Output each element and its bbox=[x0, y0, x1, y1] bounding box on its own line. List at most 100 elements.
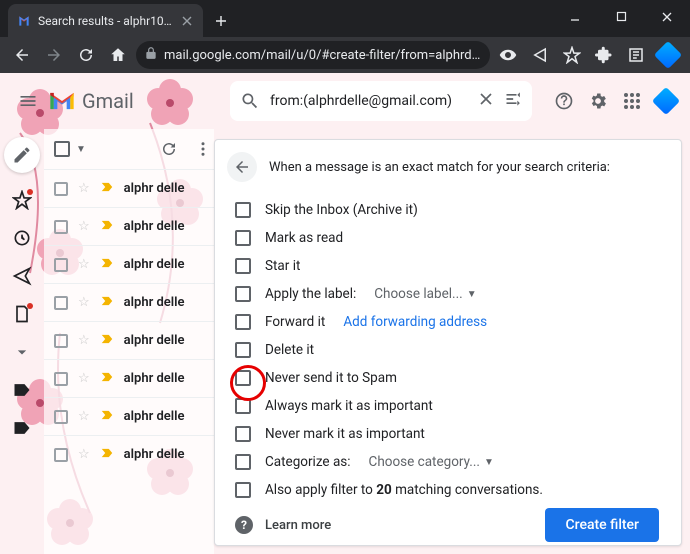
mail-row[interactable]: ☆ alphr delle bbox=[44, 321, 214, 359]
mail-row[interactable]: ☆ alphr delle bbox=[44, 397, 214, 435]
rail-starred-icon[interactable] bbox=[11, 189, 33, 211]
star-icon[interactable]: ☆ bbox=[78, 409, 90, 424]
search-clear-icon[interactable] bbox=[476, 89, 496, 113]
filter-panel-title: When a message is an exact match for you… bbox=[269, 160, 610, 175]
importance-icon[interactable] bbox=[100, 332, 114, 350]
rail-label1-icon[interactable] bbox=[11, 379, 33, 401]
add-forwarding-link[interactable]: Add forwarding address bbox=[343, 314, 487, 330]
browser-tab[interactable]: Search results - alphr101@gmail... bbox=[8, 4, 203, 37]
checkbox-never-spam[interactable] bbox=[235, 370, 251, 386]
choose-label-dropdown[interactable]: Choose label...▼ bbox=[374, 286, 476, 302]
learn-more-link[interactable]: ?Learn more bbox=[235, 516, 331, 534]
row-checkbox[interactable] bbox=[54, 296, 68, 310]
apps-icon[interactable] bbox=[616, 85, 648, 117]
extensions-icon[interactable] bbox=[590, 41, 618, 69]
checkbox-also-apply[interactable] bbox=[235, 482, 251, 498]
sender-name: alphr delle bbox=[124, 409, 185, 424]
rail-snoozed-icon[interactable] bbox=[11, 227, 33, 249]
gmail-logo[interactable]: Gmail bbox=[48, 89, 134, 113]
compose-button[interactable] bbox=[4, 137, 40, 173]
star-icon[interactable]: ☆ bbox=[78, 295, 90, 310]
nav-home-icon[interactable] bbox=[104, 41, 132, 69]
row-checkbox[interactable] bbox=[54, 410, 68, 424]
share-icon[interactable] bbox=[526, 41, 554, 69]
readmode-icon[interactable] bbox=[622, 41, 650, 69]
mail-row[interactable]: ☆alphr delle bbox=[44, 169, 214, 207]
tab-close-icon[interactable] bbox=[179, 13, 195, 29]
window-minimize-icon[interactable] bbox=[552, 2, 598, 32]
option-forward-it: Forward it bbox=[265, 314, 325, 330]
row-checkbox[interactable] bbox=[54, 182, 68, 196]
row-checkbox[interactable] bbox=[54, 220, 68, 234]
mail-row[interactable]: ☆ alphr delle bbox=[44, 435, 214, 473]
more-icon[interactable] bbox=[192, 140, 214, 158]
checkbox-delete-it[interactable] bbox=[235, 342, 251, 358]
select-all-checkbox[interactable] bbox=[54, 141, 70, 157]
option-never-important: Never mark it as important bbox=[265, 426, 425, 442]
window-maximize-icon[interactable] bbox=[598, 2, 644, 32]
refresh-icon[interactable] bbox=[158, 140, 180, 158]
option-star-it: Star it bbox=[265, 258, 300, 274]
importance-icon[interactable] bbox=[100, 294, 114, 312]
support-icon[interactable] bbox=[548, 85, 580, 117]
importance-icon[interactable] bbox=[100, 408, 114, 426]
importance-icon[interactable] bbox=[100, 446, 114, 464]
star-icon[interactable]: ☆ bbox=[78, 371, 90, 386]
address-bar[interactable]: mail.google.com/mail/u/0/#create-filter/… bbox=[136, 41, 490, 69]
gmail-logo-icon bbox=[48, 90, 76, 112]
rail-more-icon[interactable] bbox=[11, 341, 33, 363]
nav-back-icon[interactable] bbox=[8, 41, 36, 69]
mail-row[interactable]: ☆alphr delle bbox=[44, 207, 214, 245]
settings-icon[interactable] bbox=[582, 85, 614, 117]
checkbox-forward-it[interactable] bbox=[235, 314, 251, 330]
filter-back-button[interactable] bbox=[227, 152, 257, 182]
create-filter-button[interactable]: Create filter bbox=[545, 508, 659, 542]
main-menu-icon[interactable] bbox=[16, 89, 40, 113]
mail-row[interactable]: ☆alphr delle bbox=[44, 283, 214, 321]
sender-name: alphr delle bbox=[124, 333, 185, 348]
sender-name: alphr delle bbox=[124, 447, 185, 462]
checkbox-never-important[interactable] bbox=[235, 426, 251, 442]
row-checkbox[interactable] bbox=[54, 448, 68, 462]
importance-icon[interactable] bbox=[100, 370, 114, 388]
importance-icon[interactable] bbox=[100, 218, 114, 236]
nav-reload-icon[interactable] bbox=[72, 41, 100, 69]
lock-icon bbox=[144, 46, 158, 64]
checkbox-star-it[interactable] bbox=[235, 258, 251, 274]
checkbox-mark-read[interactable] bbox=[235, 230, 251, 246]
option-delete-it: Delete it bbox=[265, 342, 314, 358]
rail-sent-icon[interactable] bbox=[11, 265, 33, 287]
help-icon: ? bbox=[235, 516, 253, 534]
rail-label2-icon[interactable] bbox=[11, 417, 33, 439]
nav-forward-icon[interactable] bbox=[40, 41, 68, 69]
checkbox-categorize[interactable] bbox=[235, 454, 251, 470]
star-icon[interactable]: ☆ bbox=[78, 219, 90, 234]
importance-icon[interactable] bbox=[100, 180, 114, 198]
brand-icon[interactable] bbox=[650, 85, 682, 117]
search-box[interactable]: from:(alphrdelle@gmail.com) bbox=[230, 81, 532, 121]
star-icon[interactable]: ☆ bbox=[78, 447, 90, 462]
rail-drafts-icon[interactable] bbox=[11, 303, 33, 325]
search-input[interactable]: from:(alphrdelle@gmail.com) bbox=[270, 93, 468, 109]
star-icon[interactable]: ☆ bbox=[78, 257, 90, 272]
row-checkbox[interactable] bbox=[54, 334, 68, 348]
row-checkbox[interactable] bbox=[54, 258, 68, 272]
select-all-dropdown-icon[interactable]: ▼ bbox=[76, 144, 86, 155]
brand-extension-icon[interactable] bbox=[654, 41, 682, 69]
create-filter-panel: When a message is an exact match for you… bbox=[214, 139, 682, 546]
row-checkbox[interactable] bbox=[54, 372, 68, 386]
bookmark-icon[interactable] bbox=[558, 41, 586, 69]
importance-icon[interactable] bbox=[100, 256, 114, 274]
search-options-icon[interactable] bbox=[504, 89, 524, 113]
checkbox-always-important[interactable] bbox=[235, 398, 251, 414]
checkbox-skip-inbox[interactable] bbox=[235, 202, 251, 218]
choose-category-dropdown[interactable]: Choose category...▼ bbox=[369, 454, 494, 470]
star-icon[interactable]: ☆ bbox=[78, 333, 90, 348]
mail-row[interactable]: ☆alphr delle bbox=[44, 245, 214, 283]
eye-icon[interactable] bbox=[494, 41, 522, 69]
window-close-icon[interactable] bbox=[644, 2, 690, 32]
mail-row[interactable]: ☆alphr delle bbox=[44, 359, 214, 397]
new-tab-button[interactable] bbox=[207, 7, 235, 35]
star-icon[interactable]: ☆ bbox=[78, 181, 90, 196]
checkbox-apply-label[interactable] bbox=[235, 286, 251, 302]
